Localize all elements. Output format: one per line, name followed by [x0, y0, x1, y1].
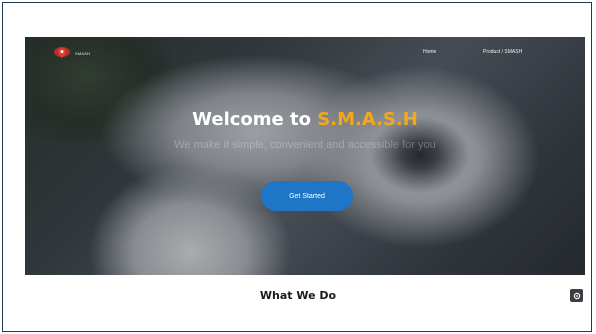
hero-title-brand: S.M.A.S.H: [317, 109, 418, 130]
hero-title: Welcome to S.M.A.S.H: [25, 109, 585, 130]
section-title: What We Do: [259, 289, 337, 302]
logo[interactable]: SMASH: [53, 46, 90, 60]
hero-subtitle: We make it simple, convenient and access…: [174, 139, 436, 151]
hero-title-prefix: Welcome to: [192, 109, 318, 130]
settings-icon: [573, 287, 581, 305]
logo-text: SMASH: [75, 50, 91, 56]
nav-link-home[interactable]: Home: [423, 49, 436, 55]
hero-banner: SMASH Home Product / SMASH Welcome to S.…: [25, 37, 585, 275]
get-started-button[interactable]: Get Started: [261, 181, 353, 211]
map-pin-logo-icon: [53, 46, 71, 60]
top-nav: SMASH Home Product / SMASH: [25, 37, 585, 67]
nav-link-product[interactable]: Product / SMASH: [483, 49, 522, 55]
settings-button[interactable]: [570, 289, 583, 302]
